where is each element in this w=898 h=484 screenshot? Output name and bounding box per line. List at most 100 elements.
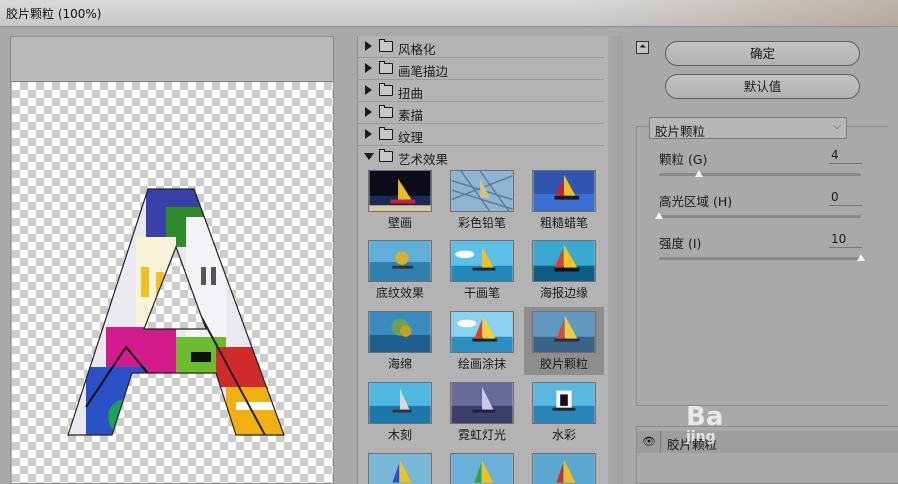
filter-colored-pencil[interactable]: 彩色铅笔 (442, 166, 522, 234)
grain-slider-track[interactable] (659, 173, 861, 176)
filter-more-1[interactable] (360, 449, 440, 484)
watermark-small-text: jing (686, 429, 716, 445)
watermark-big-text: Ba (686, 402, 724, 432)
filter-label: 海报边缘 (539, 286, 588, 300)
highlight-area-value[interactable]: 0 (829, 189, 862, 206)
intensity-slider-knob[interactable] (857, 254, 865, 261)
letter-a-artwork (67, 188, 285, 436)
filter-label: 海绵 (387, 357, 412, 371)
chevron-down-icon (364, 153, 374, 160)
filter-label: 霓虹灯光 (457, 428, 506, 442)
filter-gallery: 风格化 画笔描边 扭曲 素描 纹理 艺术效果 壁画 彩色铅笔 粗糙蜡笔 底纹效果… (357, 36, 608, 484)
category-label: 画笔描边 (398, 64, 449, 79)
category-label: 风格化 (398, 42, 436, 57)
category-brush-strokes[interactable]: 画笔描边 (358, 58, 604, 80)
paint-daubs-thumb-icon (450, 311, 514, 353)
filter-underpainting[interactable]: 底纹效果 (360, 236, 440, 304)
ok-button[interactable]: 确定 (665, 41, 860, 66)
filter-neon-glow[interactable]: 霓虹灯光 (442, 378, 522, 446)
dry-brush-thumb-icon (450, 240, 514, 282)
preview-top-area (11, 37, 333, 82)
default-button[interactable]: 默认值 (665, 74, 860, 99)
chevron-right-icon (365, 63, 372, 73)
collapse-gallery-button[interactable]: ⏶ (636, 41, 649, 54)
more-filter-thumb-icon (368, 453, 432, 484)
highlight-area-slider-track[interactable] (659, 215, 861, 218)
category-label: 扭曲 (398, 86, 424, 101)
filter-fresco[interactable]: 壁画 (360, 166, 440, 234)
rough-pastels-thumb-icon (532, 170, 596, 212)
folder-icon (379, 105, 393, 118)
filter-label: 彩色铅笔 (457, 216, 506, 230)
grain-value[interactable]: 4 (829, 147, 862, 164)
neon-glow-thumb-icon (450, 382, 514, 424)
filter-settings-group (636, 126, 888, 406)
collapse-icon: ⏶ (639, 42, 647, 52)
more-filter-thumb-icon (532, 453, 596, 484)
filter-cutout[interactable]: 木刻 (360, 378, 440, 446)
title-bar-shine (578, 0, 898, 26)
filter-more-3[interactable] (524, 449, 604, 484)
underpainting-thumb-icon (368, 240, 432, 282)
filter-select-value: 胶片颗粒 (655, 124, 706, 139)
folder-icon (379, 149, 393, 162)
film-grain-thumb-icon (532, 311, 596, 353)
layer-divider (660, 431, 661, 453)
filter-label: 粗糙蜡笔 (539, 216, 588, 230)
grain-label: 颗粒 (G) (659, 152, 708, 167)
filter-label: 水彩 (551, 428, 576, 442)
poster-edges-thumb-icon (532, 240, 596, 282)
folder-icon (379, 127, 393, 140)
settings-panel: ⏶ 确定 默认值 胶片颗粒 ⌵ 颗粒 (G) 4 高光区域 (H) 0 强度 (… (626, 36, 898, 484)
chevron-right-icon (365, 41, 372, 51)
folder-icon (379, 39, 393, 52)
gallery-scrollbar[interactable] (612, 36, 623, 484)
highlight-area-label: 高光区域 (H) (659, 194, 733, 209)
folder-icon (379, 61, 393, 74)
category-artistic[interactable]: 艺术效果 (358, 146, 604, 167)
chevron-right-icon (365, 129, 372, 139)
chevron-right-icon (365, 107, 372, 117)
category-sketch[interactable]: 素描 (358, 102, 604, 124)
title-bar: 胶片颗粒 (100%) (0, 0, 898, 27)
grain-slider-knob[interactable] (695, 170, 704, 177)
filter-more-2[interactable] (442, 449, 522, 484)
filter-dry-brush[interactable]: 干画笔 (442, 236, 522, 304)
category-label: 素描 (398, 108, 424, 123)
eye-icon[interactable]: 👁 (642, 435, 656, 448)
intensity-label: 强度 (I) (659, 236, 702, 251)
filter-label: 干画笔 (463, 286, 500, 300)
category-label: 纹理 (398, 130, 424, 145)
intensity-value[interactable]: 10 (829, 231, 862, 248)
effect-layer-row[interactable]: 👁 胶片颗粒 (637, 431, 898, 453)
chevron-right-icon (365, 85, 372, 95)
filter-label: 胶片颗粒 (539, 357, 588, 371)
folder-icon (379, 83, 393, 96)
filter-watercolor[interactable]: 水彩 (524, 378, 604, 446)
filter-sponge[interactable]: 海绵 (360, 307, 440, 375)
filter-label: 木刻 (387, 428, 412, 442)
category-distort[interactable]: 扭曲 (358, 80, 604, 102)
filter-rough-pastels[interactable]: 粗糙蜡笔 (524, 166, 604, 234)
filter-label: 绘画涂抹 (457, 357, 506, 371)
effect-layers-panel: 👁 胶片颗粒 (636, 426, 898, 484)
category-stylize[interactable]: 风格化 (358, 36, 604, 58)
watermark-logo: Ba jing (686, 404, 723, 444)
filter-select[interactable]: 胶片颗粒 ⌵ (649, 117, 847, 139)
preview-panel[interactable] (10, 36, 334, 484)
watercolor-thumb-icon (532, 382, 596, 424)
intensity-slider-track[interactable] (659, 257, 861, 260)
highlight-area-slider-knob[interactable] (655, 212, 663, 219)
filter-film-grain[interactable]: 胶片颗粒 (524, 307, 604, 375)
sponge-thumb-icon (368, 311, 432, 353)
chevron-down-icon: ⌵ (833, 121, 841, 132)
filter-label: 底纹效果 (375, 286, 424, 300)
filter-poster-edges[interactable]: 海报边缘 (524, 236, 604, 304)
category-texture[interactable]: 纹理 (358, 124, 604, 146)
cutout-thumb-icon (368, 382, 432, 424)
filter-label: 壁画 (387, 216, 412, 230)
colored-pencil-thumb-icon (450, 170, 514, 212)
filter-paint-daubs[interactable]: 绘画涂抹 (442, 307, 522, 375)
window-title: 胶片颗粒 (100%) (6, 7, 102, 21)
fresco-thumb-icon (368, 170, 432, 212)
